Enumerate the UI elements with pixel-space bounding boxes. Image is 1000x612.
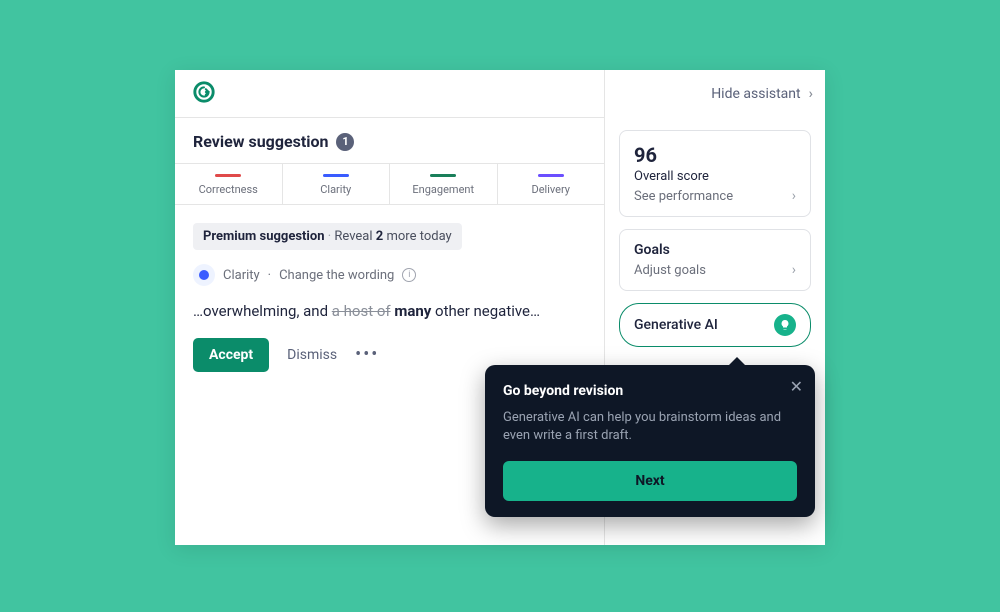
reveal-pre: Reveal	[334, 229, 372, 244]
sidebar-body: 96 Overall score See performance › Goals…	[605, 118, 825, 359]
tab-label: Engagement	[412, 183, 474, 196]
score-value: 96	[634, 143, 796, 167]
gen-ai-popover: ✕ Go beyond revision Generative AI can h…	[485, 365, 815, 517]
lightbulb-icon	[774, 314, 796, 336]
tab-label: Correctness	[199, 183, 258, 196]
tab-delivery[interactable]: Delivery	[498, 164, 605, 204]
category-tabs: Correctness Clarity Engagement Delivery	[175, 163, 604, 205]
clarity-category-icon	[193, 264, 215, 286]
reveal-post: more today	[386, 229, 451, 244]
goals-card[interactable]: Goals Adjust goals ›	[619, 229, 811, 291]
sentence-pre: …overwhelming, and	[193, 302, 332, 320]
premium-prefix: Premium suggestion	[203, 229, 325, 244]
page-title: Review suggestion	[193, 132, 328, 151]
score-label: Overall score	[634, 169, 796, 184]
close-icon[interactable]: ✕	[790, 377, 803, 396]
premium-reveal-pill[interactable]: Premium suggestion · Reveal 2 more today	[193, 223, 462, 250]
sep: ·	[268, 268, 271, 283]
sentence-strike: a host of	[332, 302, 391, 320]
tab-indicator	[538, 174, 564, 177]
sep: ·	[328, 229, 331, 244]
grammarly-logo-icon	[193, 81, 215, 107]
logo-row	[175, 70, 604, 118]
chevron-right-icon: ›	[792, 262, 796, 278]
suggestion-meta: Clarity · Change the wording i	[193, 264, 586, 286]
accept-button[interactable]: Accept	[193, 338, 269, 372]
goals-link: Adjust goals	[634, 263, 706, 278]
popover-next-button[interactable]: Next	[503, 461, 797, 501]
sentence-replacement: many	[394, 302, 431, 320]
suggestion-action: Change the wording	[279, 268, 394, 283]
chevron-right-icon: ›	[792, 188, 796, 204]
popover-body: Generative AI can help you brainstorm id…	[503, 409, 797, 445]
score-link-row: See performance ›	[634, 188, 796, 204]
tab-indicator	[323, 174, 349, 177]
generative-ai-card[interactable]: Generative AI	[619, 303, 811, 347]
tab-indicator	[215, 174, 241, 177]
hide-assistant-button[interactable]: Hide assistant ››	[605, 70, 825, 118]
suggestion-sentence: …overwhelming, and a host of many other …	[193, 302, 586, 320]
suggestion-count-badge: 1	[336, 133, 354, 151]
tab-clarity[interactable]: Clarity	[283, 164, 391, 204]
score-link: See performance	[634, 189, 733, 204]
hide-label: Hide assistant	[711, 86, 800, 102]
title-row: Review suggestion 1	[175, 118, 604, 163]
info-icon[interactable]: i	[402, 268, 416, 282]
more-actions-icon[interactable]: •••	[355, 346, 379, 364]
goals-link-row: Adjust goals ›	[634, 262, 796, 278]
dismiss-button[interactable]: Dismiss	[287, 347, 337, 363]
reveal-count: 2	[376, 229, 383, 244]
tab-engagement[interactable]: Engagement	[390, 164, 498, 204]
tab-label: Clarity	[320, 183, 351, 196]
goals-title: Goals	[634, 242, 796, 258]
tab-correctness[interactable]: Correctness	[175, 164, 283, 204]
tab-indicator	[430, 174, 456, 177]
score-card[interactable]: 96 Overall score See performance ›	[619, 130, 811, 217]
sentence-post: other negative…	[431, 302, 540, 320]
popover-title: Go beyond revision	[503, 383, 797, 399]
gen-ai-label: Generative AI	[634, 317, 718, 333]
suggestion-content: Premium suggestion · Reveal 2 more today…	[175, 205, 604, 390]
suggestion-category: Clarity	[223, 268, 260, 283]
tab-label: Delivery	[531, 183, 570, 196]
